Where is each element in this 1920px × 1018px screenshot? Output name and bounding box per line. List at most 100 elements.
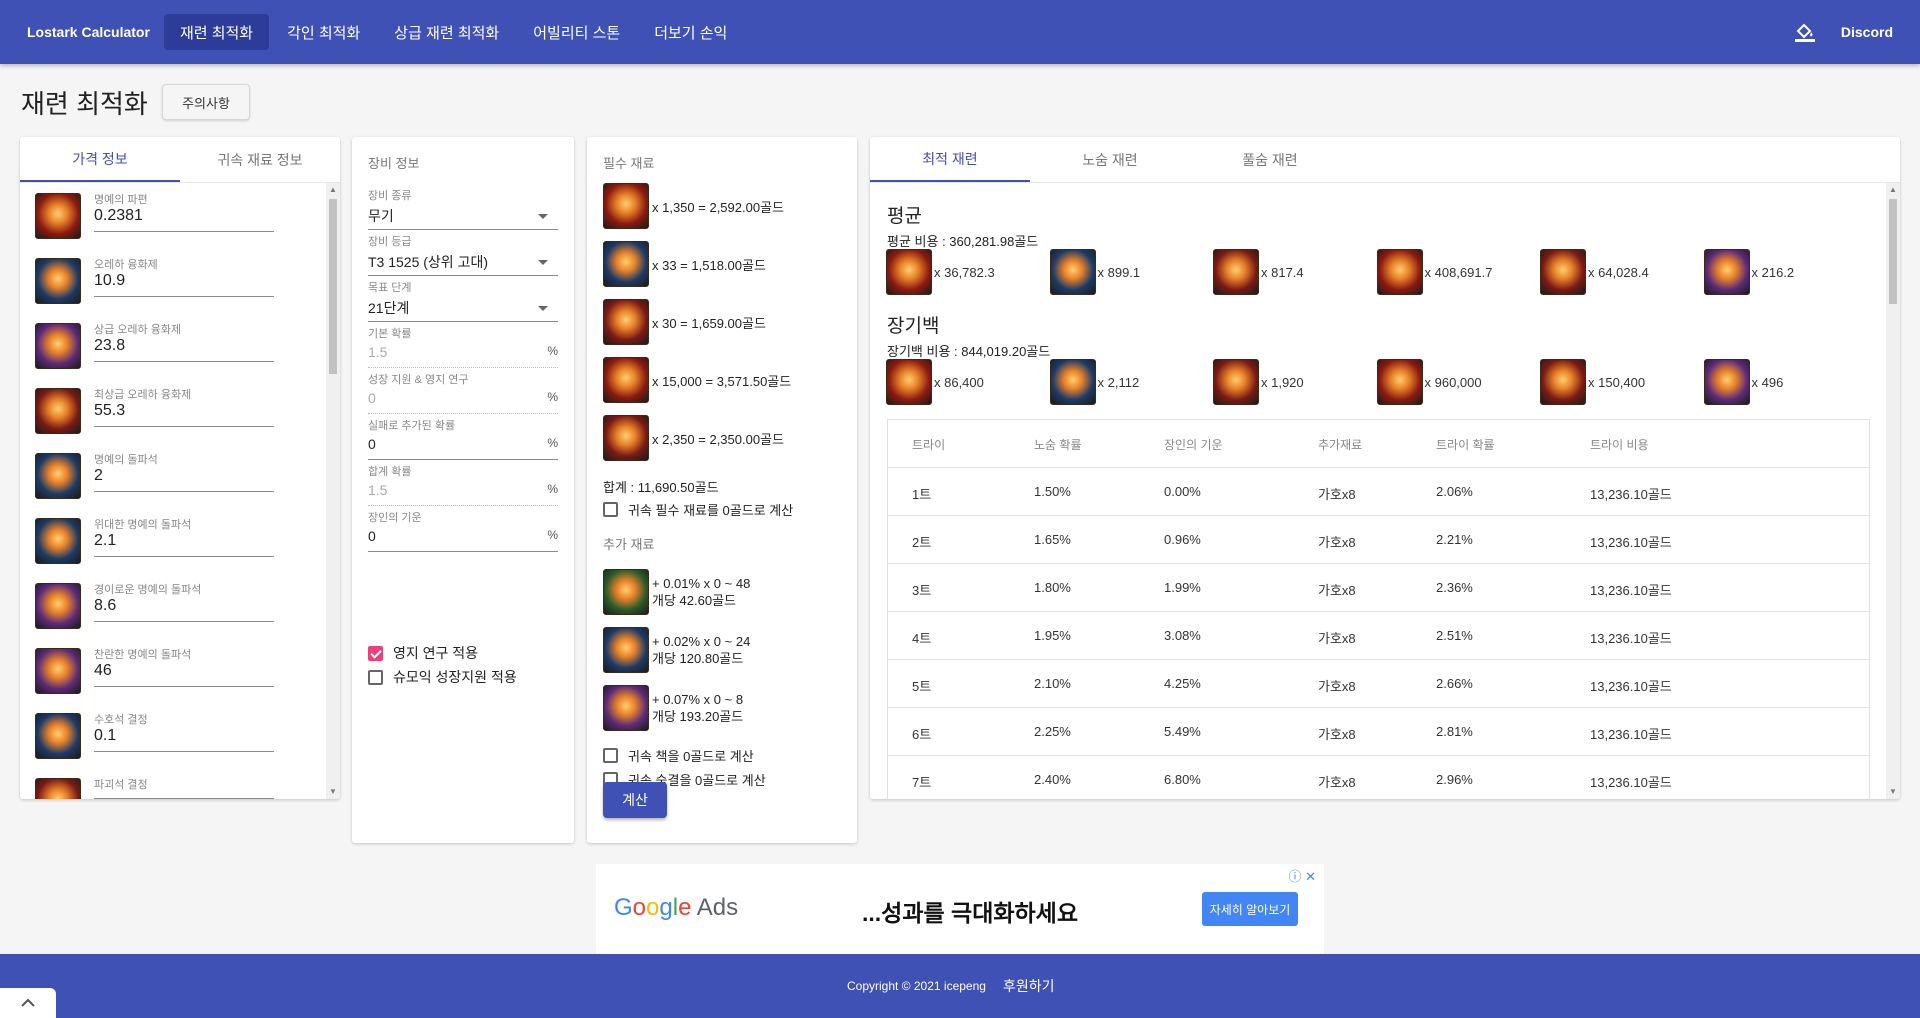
checkbox-icon[interactable] — [603, 748, 618, 763]
table-cell: 13,236.10골드 — [1590, 631, 1672, 646]
price-label: 상급 오레하 융화제 — [94, 324, 182, 336]
percent-suffix: % — [547, 344, 558, 358]
required-materials-title: 필수 재료 — [603, 156, 655, 171]
brand-title[interactable]: Lostark Calculator — [27, 24, 150, 40]
table-row: 1트 1.50% 0.00% 가호x8 2.06% 13,236.10골드 — [888, 468, 1869, 516]
checkbox-icon[interactable] — [603, 502, 618, 517]
percent-suffix: % — [547, 436, 558, 450]
bound-book-zero-checkbox[interactable]: 귀속 책을 0골드로 계산 — [603, 746, 754, 765]
price-input[interactable] — [94, 792, 274, 799]
number-input[interactable]: 0% — [368, 436, 558, 460]
scroll-up-icon[interactable]: ▲ — [1886, 185, 1900, 195]
result-material: x 216.2 — [1703, 249, 1795, 295]
table-row: 7트 2.40% 6.80% 가호x8 2.96% 13,236.10골드 — [888, 756, 1869, 799]
honor-leapstone-icon — [1049, 249, 1096, 295]
price-input[interactable]: 46 — [94, 662, 274, 687]
checkbox-icon[interactable] — [368, 669, 383, 685]
result-material: x 64,028.4 — [1540, 249, 1649, 295]
price-card: 가격 정보 귀속 재료 정보 명예의 파편 0.2381 오레하 융화제 10.9 상급… — [20, 137, 340, 799]
checkbox-label: 영지 연구 적용 — [393, 645, 479, 661]
results-scrollbar[interactable]: ▲ ▼ — [1886, 183, 1900, 799]
shumoik-support-checkbox[interactable]: 슈모익 성장지원 적용 — [368, 667, 517, 687]
price-item: 상급 오레하 융화제 23.8 — [20, 313, 326, 378]
table-cell: 가호x8 — [1318, 487, 1356, 502]
price-item: 파괴석 결정 — [20, 768, 326, 799]
extra-material-chance: + 0.02% x 0 ~ 24 — [652, 634, 751, 649]
result-material: x 150,400 — [1540, 359, 1645, 405]
table-cell: 2.36% — [1436, 580, 1473, 595]
price-input[interactable]: 2.1 — [94, 532, 274, 557]
table-cell: 1.65% — [1034, 532, 1071, 547]
field-label: 성장 지원 & 영지 연구 — [368, 374, 469, 386]
tab-full-breath-refine[interactable]: 풀숨 재련 — [1190, 137, 1350, 182]
result-material-amount: x 899.1 — [1097, 264, 1141, 280]
price-item: 경이로운 명예의 돌파석 8.6 — [20, 573, 326, 638]
table-cell: 13,236.10골드 — [1590, 775, 1672, 790]
number-input[interactable]: 0% — [368, 528, 558, 552]
scroll-down-icon[interactable]: ▼ — [1886, 787, 1900, 797]
table-cell: 5.49% — [1164, 724, 1201, 739]
required-material: x 33 = 1,518.00골드 — [603, 241, 766, 287]
price-input[interactable]: 2 — [94, 467, 274, 492]
checkbox-checked-icon[interactable] — [368, 645, 383, 661]
price-scrollbar[interactable]: ▲ ▼ — [326, 183, 340, 799]
ad-cta-button[interactable]: 자세히 알아보기 — [1202, 892, 1298, 926]
tab-bound-material-info[interactable]: 귀속 재료 정보 — [180, 137, 340, 182]
oreha-fusion-icon — [35, 258, 81, 304]
gold-icon — [603, 415, 649, 461]
tab-price-info[interactable]: 가격 정보 — [20, 137, 180, 182]
ad-info-close-icon[interactable]: ⓘ ✕ — [1288, 866, 1316, 885]
scroll-thumb[interactable] — [329, 199, 337, 374]
price-input[interactable]: 8.6 — [94, 597, 274, 622]
select-field[interactable]: 21단계 — [368, 298, 558, 322]
number-input: 1.5% — [368, 482, 558, 506]
price-input[interactable]: 10.9 — [94, 272, 274, 297]
back-to-top-button[interactable] — [0, 988, 56, 1018]
table-cell: 1.50% — [1034, 484, 1071, 499]
nav-advanced-refine[interactable]: 상급 재련 최적화 — [378, 14, 515, 50]
territory-research-checkbox[interactable]: 영지 연구 적용 — [368, 643, 478, 663]
price-item: 오레하 융화제 10.9 — [20, 248, 326, 313]
results-body: 평균 평균 비용 : 360,281.98골드 x 36,782.3 x 899.… — [870, 183, 1886, 799]
price-input[interactable]: 0.2381 — [94, 207, 274, 232]
notice-button[interactable]: 주의사항 — [162, 84, 250, 120]
calculate-button[interactable]: 계산 — [603, 782, 667, 818]
ad-banner[interactable]: Google Ads ...성과를 극대화하세요 자세히 알아보기 ⓘ ✕ — [596, 864, 1324, 954]
table-cell: 가호x8 — [1318, 631, 1356, 646]
discord-link[interactable]: Discord — [1841, 24, 1893, 40]
tab-no-breath-refine[interactable]: 노숨 재련 — [1030, 137, 1190, 182]
scroll-up-icon[interactable]: ▲ — [326, 185, 340, 195]
table-cell: 2.06% — [1436, 484, 1473, 499]
nav-engraving[interactable]: 각인 최적화 — [271, 14, 376, 50]
equipment-field: 장인의 기운 0% — [368, 509, 558, 552]
solar-protection-icon — [1703, 359, 1750, 405]
result-material: x 1,920 — [1213, 359, 1304, 405]
price-input[interactable]: 23.8 — [94, 337, 274, 362]
price-label: 위대한 명예의 돌파석 — [94, 519, 192, 531]
extra-material: + 0.02% x 0 ~ 24 개당 120.80골드 — [603, 627, 750, 673]
nav-refine[interactable]: 재련 최적화 — [163, 14, 270, 50]
select-field[interactable]: T3 1525 (상위 고대) — [368, 252, 558, 276]
nav-more-profit[interactable]: 더보기 손익 — [638, 14, 743, 50]
scroll-thumb[interactable] — [1889, 199, 1897, 304]
table-row: 6트 2.25% 5.49% 가호x8 2.81% 13,236.10골드 — [888, 708, 1869, 756]
price-input[interactable]: 0.1 — [94, 727, 274, 752]
table-cell: 13,236.10골드 — [1590, 583, 1672, 598]
price-label: 경이로운 명예의 돌파석 — [94, 584, 202, 596]
dropdown-arrow-icon[interactable] — [538, 260, 548, 265]
nav-ability-stone[interactable]: 어빌리티 스톤 — [517, 14, 636, 50]
donate-link[interactable]: 후원하기 — [1003, 976, 1055, 996]
worst-case-cost: 장기백 비용 : 844,019.20골드 — [887, 344, 1051, 359]
bound-required-zero-checkbox[interactable]: 귀속 필수 재료를 0골드로 계산 — [603, 500, 793, 519]
price-item: 수호석 결정 0.1 — [20, 703, 326, 768]
table-cell: 2.21% — [1436, 532, 1473, 547]
dropdown-arrow-icon[interactable] — [538, 214, 548, 219]
select-field[interactable]: 무기 — [368, 206, 558, 230]
scroll-down-icon[interactable]: ▼ — [326, 787, 340, 797]
price-input[interactable]: 55.3 — [94, 402, 274, 427]
dropdown-arrow-icon[interactable] — [538, 306, 548, 311]
tab-optimal-refine[interactable]: 최적 재련 — [870, 137, 1030, 182]
oreha-fusion-icon — [603, 299, 649, 345]
theme-paint-icon[interactable] — [1793, 20, 1817, 44]
result-material-amount: x 216.2 — [1751, 264, 1795, 280]
